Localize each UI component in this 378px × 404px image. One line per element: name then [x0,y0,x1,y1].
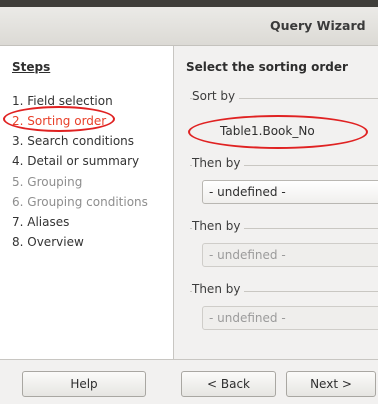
highlight-oval-sort-by [188,115,368,149]
then-by-label-2: Then by [192,219,245,233]
then-by-label-3: Then by [192,282,245,296]
step-detail-or-summary[interactable]: 4. Detail or summary [12,154,139,168]
back-button[interactable]: < Back [181,371,276,397]
then-by-combo-3: - undefined - [202,306,378,330]
help-button[interactable]: Help [22,371,146,397]
button-bar: Help < Back Next > [0,359,378,404]
then-by-value-1: - undefined - [209,185,286,199]
window-top-edge [0,0,378,7]
steps-heading: Steps [12,60,51,74]
step-overview[interactable]: 8. Overview [12,235,84,249]
then-by-combo-2: - undefined - [202,243,378,267]
window-title: Query Wizard [270,18,366,33]
main-panel: Select the sorting order Sort by Table1.… [174,46,378,359]
main-heading: Select the sorting order [186,60,348,74]
step-aliases[interactable]: 7. Aliases [12,215,69,229]
title-bar: Query Wizard [0,7,378,46]
then-by-label-1: Then by [192,156,245,170]
then-by-value-3: - undefined - [209,311,286,325]
step-grouping: 5. Grouping [12,175,83,189]
then-by-combo-1[interactable]: - undefined - [202,180,378,204]
next-button[interactable]: Next > [286,371,376,397]
sort-by-label: Sort by [192,89,240,103]
highlight-oval-step [3,106,115,132]
then-by-value-2: - undefined - [209,248,286,262]
step-grouping-conditions: 6. Grouping conditions [12,195,148,209]
step-search-conditions[interactable]: 3. Search conditions [12,134,134,148]
steps-panel: Steps 1. Field selection 2. Sorting orde… [0,46,174,359]
